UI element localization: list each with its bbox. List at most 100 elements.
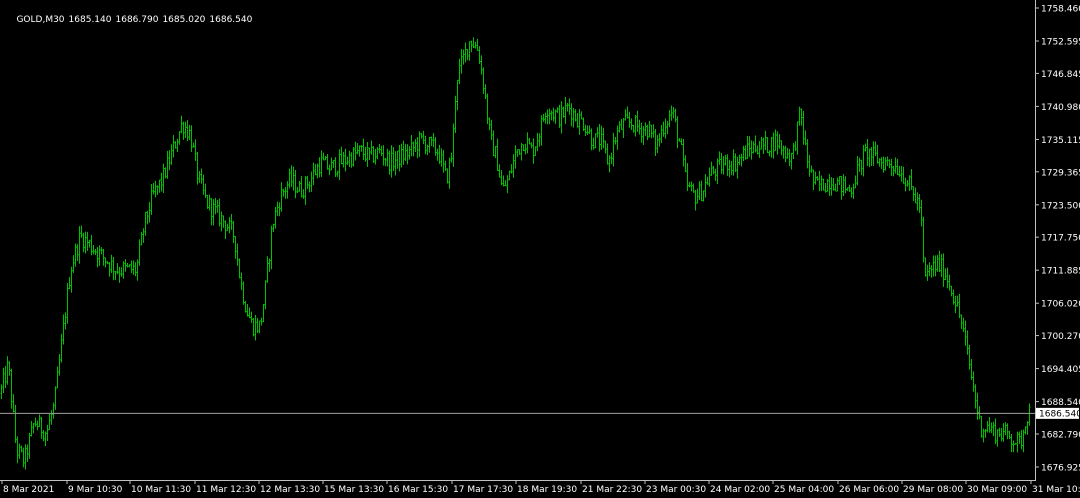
- ohlc-bar: [284, 186, 287, 199]
- ohlc-bar: [1018, 431, 1021, 444]
- ohlc-bar: [160, 172, 163, 192]
- ohlc-bar: [12, 394, 15, 413]
- ohlc-bar: [306, 175, 309, 189]
- ohlc-bar: [264, 280, 267, 310]
- ohlc-bar: [42, 430, 45, 442]
- ohlc-bar: [82, 232, 85, 253]
- ohlc-bar: [666, 120, 669, 135]
- ohlc-bar: [580, 111, 583, 120]
- ohlc-bar: [748, 136, 751, 157]
- ohlc-bar: [44, 431, 47, 447]
- ohlc-bar: [336, 170, 339, 177]
- ohlc-bar: [494, 145, 497, 159]
- ohlc-bar: [226, 223, 229, 231]
- ohlc-bar: [268, 258, 271, 272]
- ohlc-bar: [584, 124, 587, 136]
- ohlc-bar: [598, 123, 601, 152]
- ohlc-bar: [668, 110, 671, 128]
- ohlc-bar: [138, 239, 141, 266]
- ohlc-bar: [740, 153, 743, 167]
- ohlc-bar: [602, 127, 605, 149]
- ohlc-bar: [610, 152, 613, 164]
- ohlc-bar: [652, 124, 655, 138]
- ohlc-bar: [422, 130, 425, 145]
- ohlc-bar: [818, 170, 821, 192]
- price-tick-label: 1735.115: [1041, 136, 1080, 146]
- ohlc-bar: [848, 184, 851, 192]
- ohlc-bar: [342, 151, 345, 168]
- ohlc-bar: [414, 139, 417, 153]
- ohlc-bar: [932, 255, 935, 277]
- ohlc-bar: [628, 111, 631, 128]
- ohlc-bar: [478, 46, 481, 64]
- time-tick-label: 23 Mar 00:30: [646, 485, 706, 495]
- time-tick-label: 21 Mar 22:30: [582, 485, 642, 495]
- price-tick-label: 1676.925: [1041, 464, 1080, 474]
- price-tick-label: 1717.750: [1041, 234, 1080, 244]
- ohlc-bar: [352, 146, 355, 167]
- ohlc-bar: [706, 176, 709, 185]
- ohlc-bar: [874, 141, 877, 157]
- ohlc-bar: [830, 177, 833, 196]
- price-tick-label: 1752.595: [1041, 38, 1080, 48]
- ohlc-bar: [794, 141, 797, 152]
- ohlc-bar: [948, 274, 951, 291]
- ohlc-bar: [390, 145, 393, 178]
- price-chart[interactable]: 1758.460 1752.595 1746.845 1740.980 1735.115…: [0, 0, 1080, 498]
- ohlc-bar: [678, 138, 681, 142]
- ohlc-bar: [64, 312, 67, 330]
- price-axis-labels: 1758.460 1752.595 1746.845 1740.980 1735.115…: [1035, 5, 1080, 474]
- ohlc-bar: [586, 125, 589, 135]
- ohlc-bar: [292, 166, 295, 191]
- ohlc-bar: [208, 194, 211, 211]
- ohlc-bar: [750, 140, 753, 160]
- ohlc-bar: [224, 220, 227, 240]
- ohlc-bar: [130, 260, 133, 273]
- ohlc-bar: [774, 129, 777, 151]
- ohlc-bar: [376, 147, 379, 160]
- ohlc-bar: [844, 176, 847, 194]
- ohlc-bar: [38, 414, 41, 427]
- time-tick-label: 10 Mar 11:30: [131, 485, 191, 495]
- ohlc-bar: [228, 217, 231, 234]
- ohlc-bar: [272, 223, 275, 233]
- ohlc-bar: [88, 239, 91, 248]
- ohlc-bar: [546, 109, 549, 125]
- ohlc-bar: [184, 121, 187, 138]
- ohlc-bar: [672, 106, 675, 119]
- ohlc-bar: [332, 159, 335, 168]
- ohlc-bar: [746, 135, 749, 160]
- ohlc-bar: [896, 158, 899, 176]
- ohlc-bar: [836, 177, 839, 192]
- ohlc-bar: [322, 152, 325, 161]
- ohlc-bar: [790, 152, 793, 170]
- ohlc-bar: [24, 444, 27, 470]
- ohlc-bar: [314, 164, 317, 176]
- ohlc-bar: [112, 256, 115, 281]
- price-tick-label: 1729.365: [1041, 168, 1080, 178]
- ohlc-bar: [374, 148, 377, 165]
- ohlc-bar: [438, 144, 441, 164]
- ohlc-bar: [442, 150, 445, 173]
- ohlc-bar: [798, 106, 801, 126]
- time-tick-label: 24 Mar 02:00: [710, 485, 770, 495]
- ohlc-bar: [562, 106, 565, 118]
- ohlc-bar: [14, 404, 17, 443]
- ohlc-bar: [978, 406, 981, 420]
- ohlc-bar: [476, 38, 479, 51]
- ohlc-bar: [302, 189, 305, 199]
- ohlc-bar: [394, 151, 397, 176]
- ohlc-bar: [166, 150, 169, 179]
- chart-window[interactable]: 1758.460 1752.595 1746.845 1740.980 1735.115…: [0, 0, 1080, 498]
- ohlc-bar: [526, 132, 529, 154]
- ohlc-bar: [784, 145, 787, 163]
- ohlc-bar: [68, 277, 71, 290]
- axes: [0, 0, 1036, 481]
- ohlc-bar: [604, 140, 607, 154]
- ohlc-bar: [256, 317, 259, 334]
- chart-header: GOLD,M30 1685.140 1686.790 1685.020 1686.540: [5, 4, 256, 37]
- ohlc-bar: [156, 185, 159, 196]
- ohlc-bar: [558, 104, 561, 128]
- ohlc-bar: [192, 142, 195, 148]
- ohlc-bar: [350, 152, 353, 168]
